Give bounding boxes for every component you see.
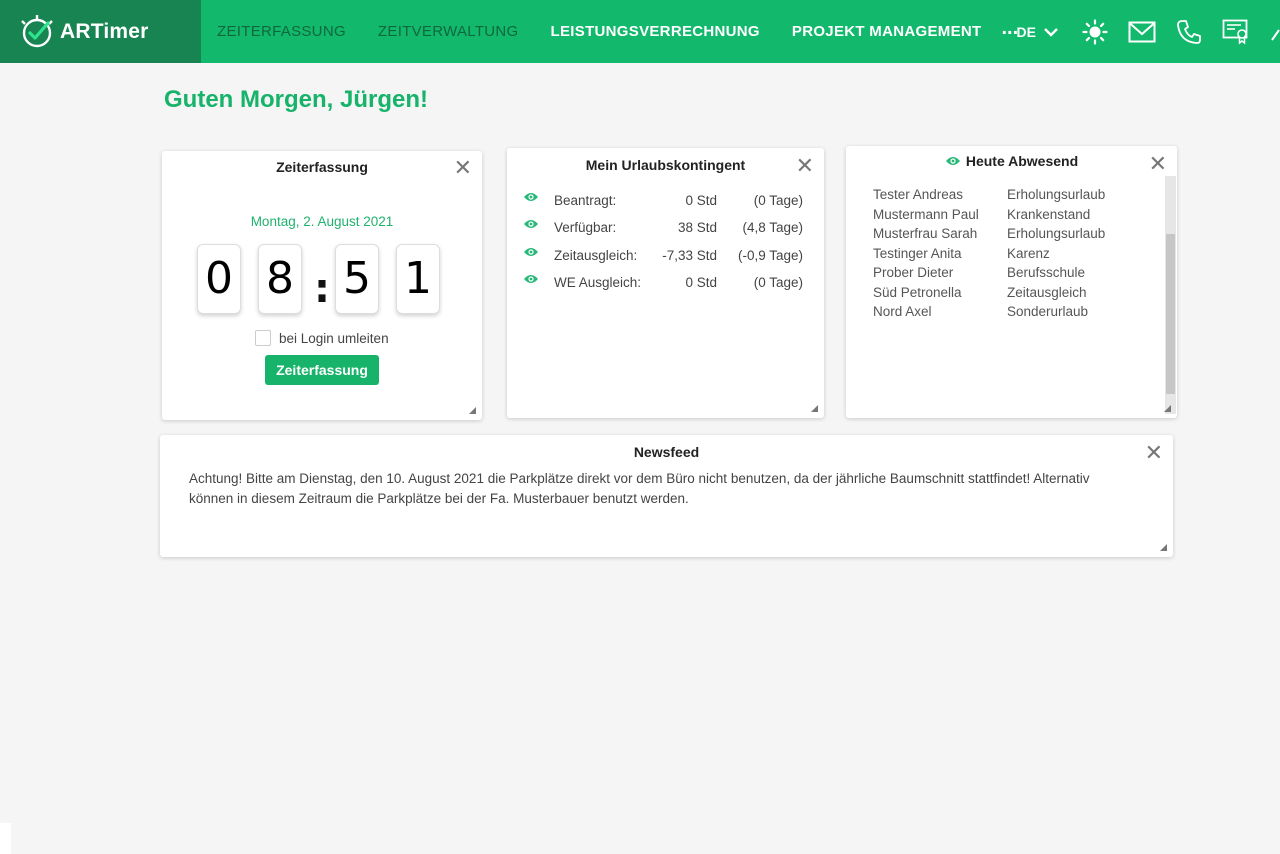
list-item: Tester Andreas Erholungsurlaub: [873, 187, 1105, 207]
widget-title-row: Heute Abwesend: [846, 153, 1177, 169]
list-item: Testinger Anita Karenz: [873, 246, 1105, 266]
page-corner: [0, 823, 11, 854]
urlaub-label: Beantragt:: [554, 193, 617, 208]
close-icon[interactable]: ✕: [1145, 443, 1163, 465]
eye-icon[interactable]: [523, 273, 539, 288]
top-navigation-bar: ARTimer ZEITERFASSUNG ZEITVERWALTUNG LEI…: [0, 0, 1280, 63]
widget-title: Mein Urlaubskontingent: [585, 157, 746, 173]
current-date: Montag, 2. August 2021: [250, 214, 394, 229]
absence-reason: Karenz: [1007, 245, 1050, 261]
urlaub-label: Zeitausgleich:: [554, 248, 638, 263]
urlaub-row-we-ausgleich: WE Ausgleich: 0 Std (0 Tage): [523, 272, 813, 292]
urlaub-hours: -7,33 Std: [662, 248, 717, 263]
clock-separator: :: [314, 266, 330, 312]
clock-digit-minute-ones: 1: [396, 244, 440, 314]
redirect-checkbox-row: bei Login umleiten: [255, 330, 389, 346]
widget-title: Newsfeed: [633, 444, 700, 460]
close-icon[interactable]: ✕: [1149, 154, 1167, 176]
urlaub-hours: 0 Std: [685, 193, 717, 208]
list-item: Nord Axel Sonderurlaub: [873, 304, 1105, 324]
employee-name: Nord Axel: [873, 304, 932, 319]
employee-name: Mustermann Paul: [873, 206, 979, 222]
eye-icon[interactable]: [523, 191, 539, 206]
greeting-heading: Guten Morgen, Jürgen!: [164, 86, 428, 113]
logo-check-icon: [21, 14, 53, 47]
clock-digit-minute-tens: 5: [335, 244, 379, 314]
language-selector[interactable]: DE: [1017, 24, 1058, 40]
resize-handle[interactable]: [1160, 544, 1167, 551]
redirect-on-login-checkbox[interactable]: [255, 330, 271, 346]
absence-reason: Berufsschule: [1007, 265, 1086, 280]
phone-icon[interactable]: [1176, 19, 1202, 45]
resize-handle[interactable]: [811, 405, 818, 412]
absence-reason: Krankenstand: [1007, 206, 1091, 222]
scrollbar-thumb[interactable]: [1166, 234, 1175, 394]
app-name: ARTimer: [60, 19, 149, 43]
resize-handle[interactable]: [1164, 405, 1171, 412]
redirect-on-login-label: bei Login umleiten: [279, 330, 389, 346]
urlaub-days: (4,8 Tage): [742, 220, 803, 235]
nav-item-leistungsverrechnung[interactable]: LEISTUNGSVERRECHNUNG: [535, 23, 776, 40]
employee-name: Tester Andreas: [873, 187, 964, 202]
urlaub-days: (0 Tage): [753, 193, 803, 208]
resize-handle[interactable]: [469, 407, 476, 414]
urlaub-hours: 38 Std: [677, 220, 717, 235]
absence-reason: Erholungsurlaub: [1007, 187, 1106, 202]
urlaub-days: (-0,9 Tage): [737, 248, 803, 263]
absence-list: Tester Andreas Erholungsurlaub Mustermann…: [873, 187, 1105, 324]
absence-reason: Sonderurlaub: [1007, 304, 1089, 319]
urlaub-days: (0 Tage): [753, 275, 803, 290]
urlaub-hours: 0 Std: [685, 275, 717, 290]
zeiterfassung-widget: Zeiterfassung ✕ Montag, 2. August 2021 0…: [162, 151, 482, 420]
news-message: Achtung! Bitte am Dienstag, den 10. Augu…: [189, 471, 1090, 506]
main-nav: ZEITERFASSUNG ZEITVERWALTUNG LEISTUNGSVE…: [201, 0, 1022, 63]
sun-icon[interactable]: [1082, 18, 1108, 45]
urlaubskontingent-widget: Mein Urlaubskontingent ✕ Beantragt: 0 St…: [507, 148, 824, 418]
eye-icon[interactable]: [523, 218, 539, 233]
absence-reason: Erholungsurlaub: [1007, 226, 1106, 241]
heute-abwesend-widget: Heute Abwesend ✕ Tester Andreas Erholungs…: [846, 146, 1177, 418]
nav-item-projekt-management[interactable]: PROJEKT MANAGEMENT: [776, 23, 998, 40]
overflow-icon[interactable]: [1270, 22, 1280, 42]
mail-icon[interactable]: [1128, 21, 1156, 43]
employee-name: Prober Dieter: [873, 265, 954, 280]
employee-name: Musterfrau Sarah: [873, 226, 978, 241]
close-icon[interactable]: ✕: [454, 158, 472, 180]
list-item: Prober Dieter Berufsschule: [873, 265, 1105, 285]
logo[interactable]: ARTimer: [0, 0, 201, 63]
absence-reason: Zeitausgleich: [1007, 284, 1087, 300]
certificate-icon[interactable]: [1222, 19, 1250, 45]
urlaub-row-beantragt: Beantragt: 0 Std (0 Tage): [523, 190, 813, 210]
employee-name: Süd Petronella: [873, 284, 962, 300]
scrollbar[interactable]: [1165, 176, 1176, 414]
close-icon[interactable]: ✕: [796, 156, 814, 178]
nav-item-zeiterfassung[interactable]: ZEITERFASSUNG: [201, 23, 362, 40]
list-item: Mustermann Paul Krankenstand: [873, 207, 1105, 227]
eye-icon[interactable]: [523, 246, 539, 261]
language-label: DE: [1016, 23, 1036, 40]
eye-icon: [945, 157, 960, 165]
urlaub-label: WE Ausgleich:: [554, 275, 642, 290]
urlaub-label: Verfügbar:: [554, 220, 617, 235]
header-tools: DE: [1017, 0, 1280, 63]
clock-digit-hour-tens: 0: [197, 244, 241, 314]
zeiterfassung-button[interactable]: Zeiterfassung: [265, 355, 379, 385]
urlaub-row-verfuegbar: Verfügbar: 38 Std (4,8 Tage): [523, 217, 813, 237]
employee-name: Testinger Anita: [873, 245, 962, 261]
urlaub-row-zeitausgleich: Zeitausgleich: -7,33 Std (-0,9 Tage): [523, 245, 813, 265]
clock-digit-hour-ones: 8: [258, 244, 302, 314]
nav-item-zeitverwaltung[interactable]: ZEITVERWALTUNG: [362, 23, 535, 40]
widget-title: Heute Abwesend: [965, 153, 1079, 169]
chevron-down-icon: [1044, 27, 1058, 37]
list-item: Musterfrau Sarah Erholungsurlaub: [873, 226, 1105, 246]
newsfeed-widget: Newsfeed ✕ Achtung! Bitte am Dienstag, d…: [160, 435, 1173, 557]
widget-title: Zeiterfassung: [276, 159, 368, 175]
list-item: Süd Petronella Zeitausgleich: [873, 285, 1105, 305]
